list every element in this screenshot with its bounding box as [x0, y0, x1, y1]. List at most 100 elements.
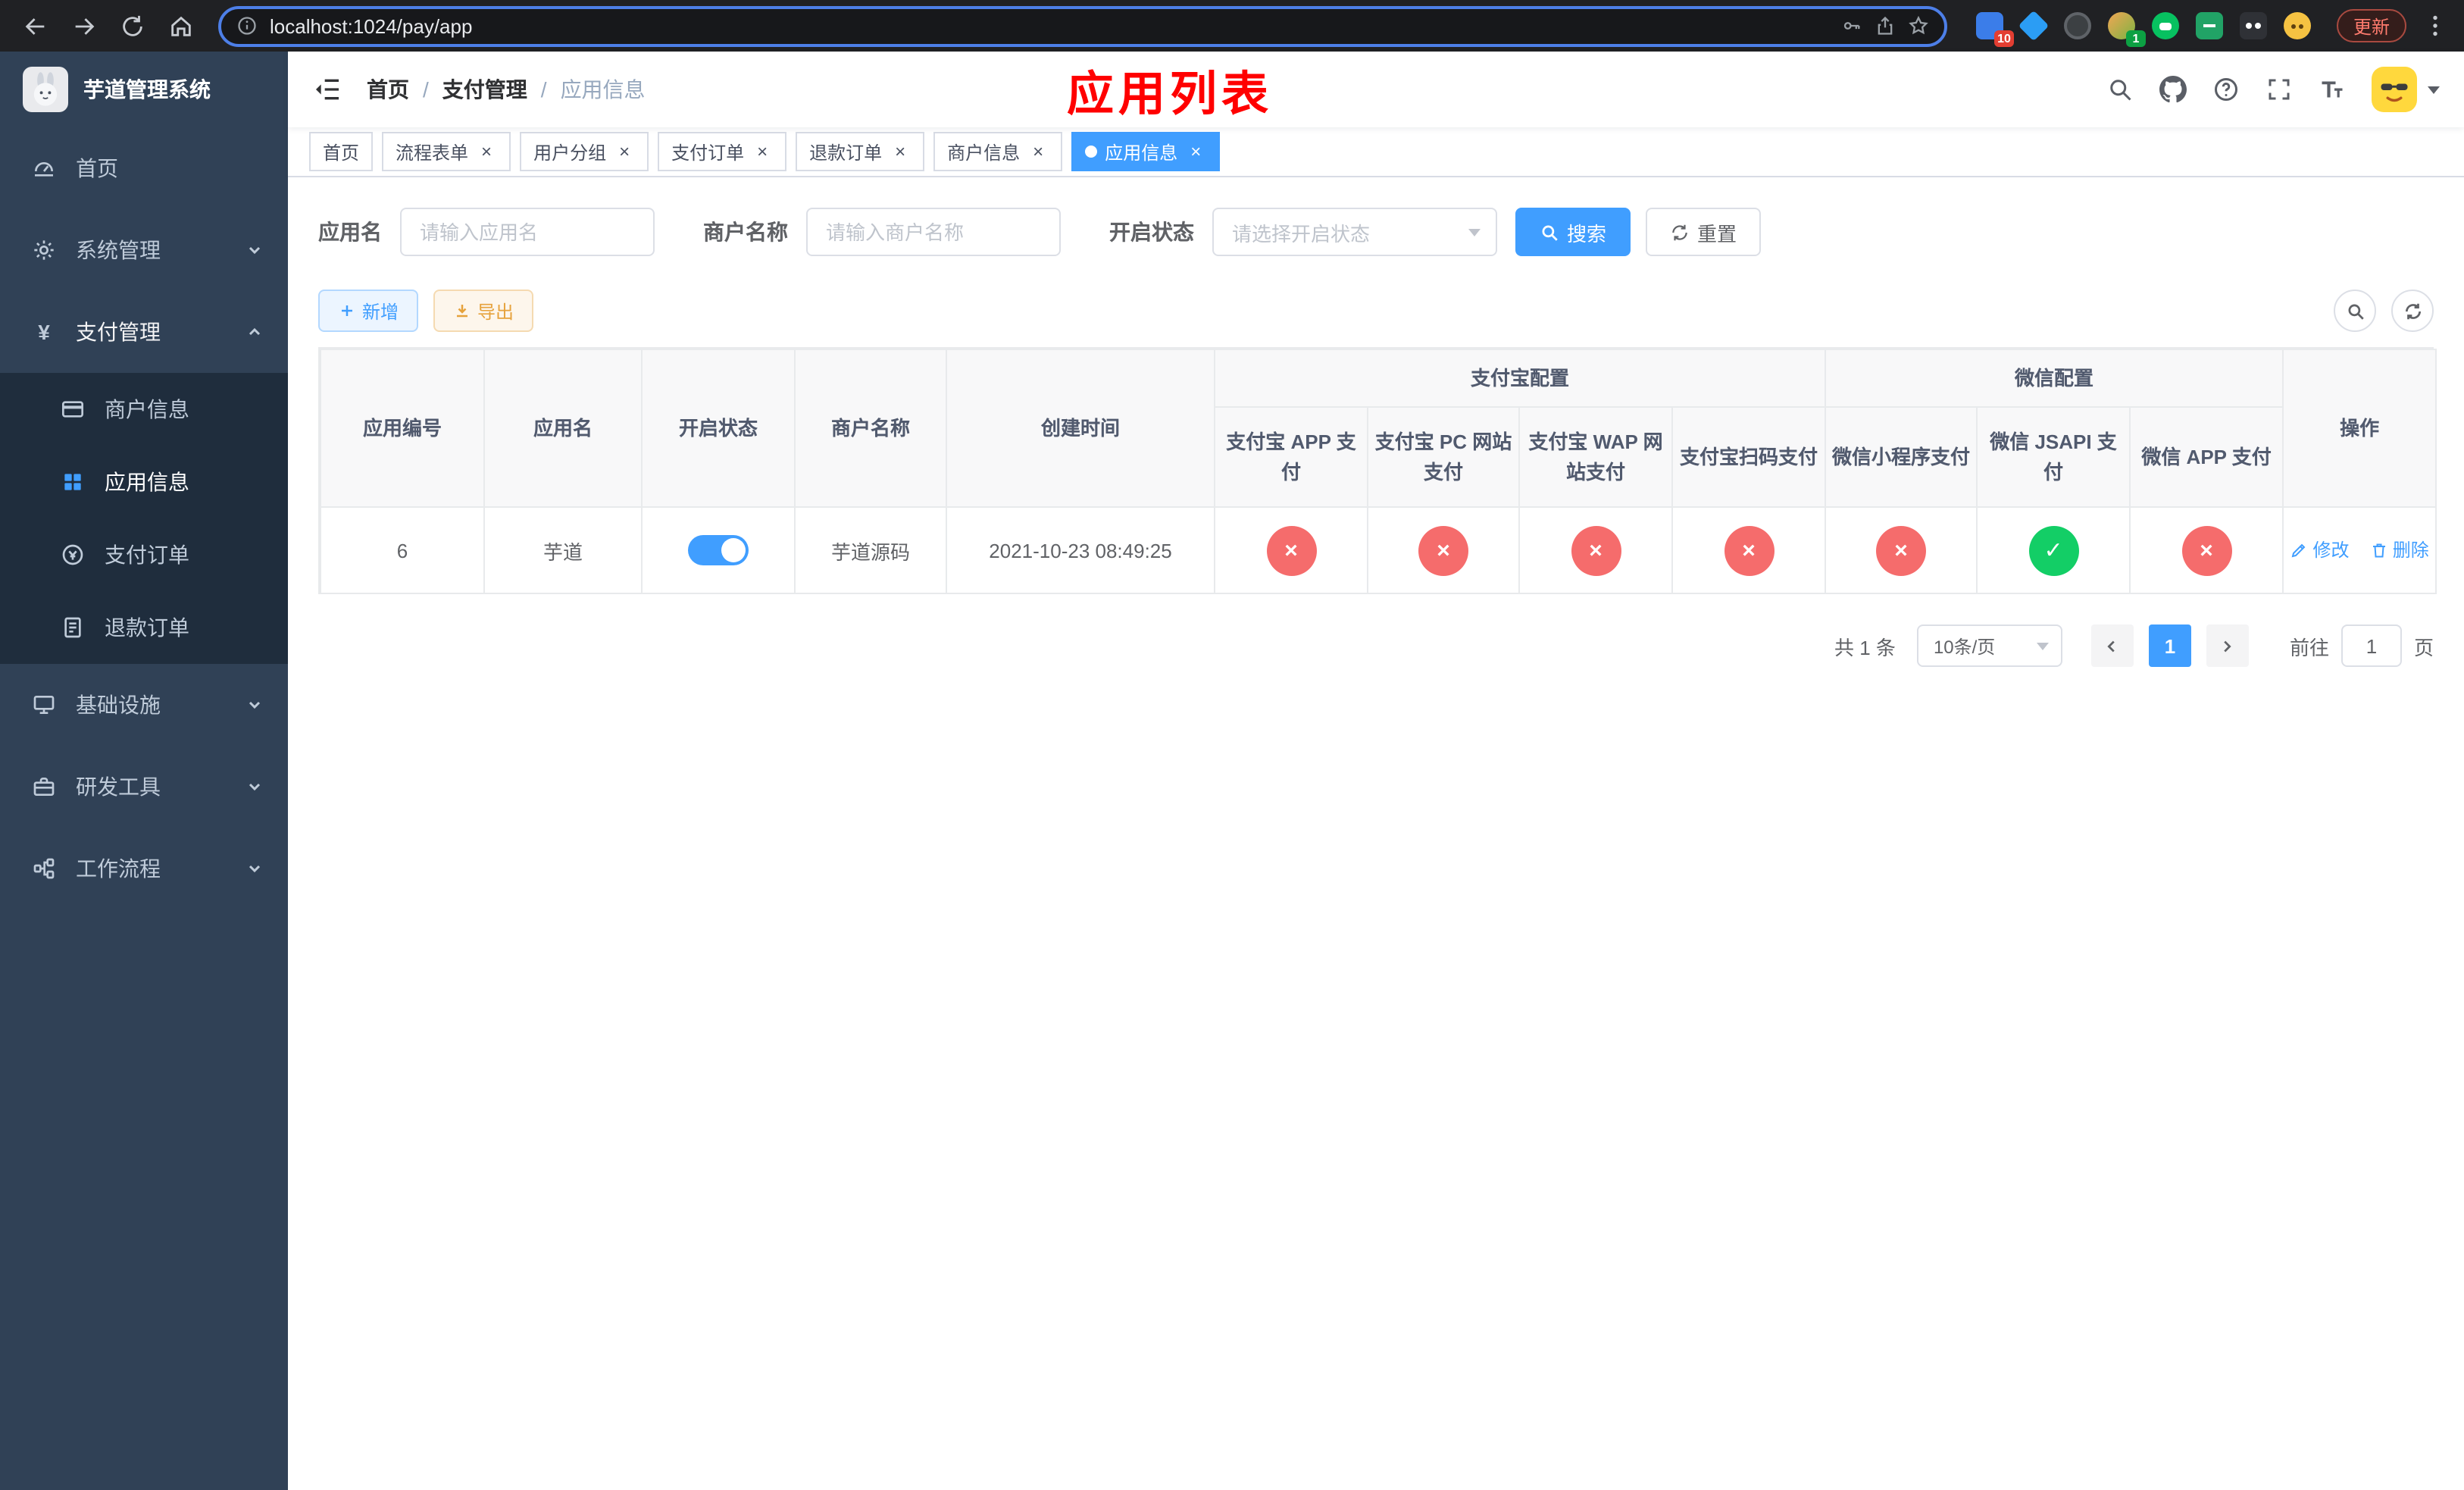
share-icon[interactable] — [1875, 15, 1896, 36]
search-icon — [1542, 224, 1558, 240]
password-key-icon[interactable] — [1841, 15, 1862, 36]
extension-badge: 1 — [2125, 30, 2146, 47]
plus-icon — [342, 305, 352, 316]
toggle-search-button[interactable] — [2334, 290, 2376, 332]
tab-refund-order[interactable]: 退款订单 × — [796, 132, 925, 171]
add-button[interactable]: 新增 — [318, 290, 419, 332]
tab-home[interactable]: 首页 — [309, 132, 374, 171]
tab-close-icon[interactable]: × — [476, 141, 497, 162]
page-number-1[interactable]: 1 — [2148, 624, 2191, 667]
extension-icon-1[interactable]: 10 — [1975, 11, 2014, 47]
tab-close-icon[interactable]: × — [890, 141, 911, 162]
browser-menu-icon[interactable] — [2422, 12, 2449, 39]
chevron-down-icon — [245, 696, 264, 714]
sidebar-item-refund-order[interactable]: 退款订单 — [0, 591, 288, 664]
refund-doc-icon — [59, 614, 86, 641]
tab-process-form[interactable]: 流程表单 × — [382, 132, 511, 171]
sidebar-item-dev-tools[interactable]: 研发工具 — [0, 746, 288, 828]
browser-back-button[interactable] — [15, 6, 55, 45]
app-logo-row[interactable]: 芋道管理系统 — [0, 52, 288, 127]
monitor-icon — [30, 691, 58, 718]
sidebar-item-payment[interactable]: ¥ 支付管理 — [0, 291, 288, 373]
status-select[interactable]: 请选择开启状态 — [1212, 208, 1497, 256]
reset-button[interactable]: 重置 — [1646, 208, 1762, 256]
browser-home-button[interactable] — [161, 6, 200, 45]
extension-icon-8[interactable] — [2282, 11, 2312, 41]
export-button-label: 导出 — [477, 301, 514, 322]
page-annotation: 应用列表 — [1067, 67, 1273, 121]
chevron-down-icon — [245, 778, 264, 796]
extension-icon-4[interactable]: 1 — [2106, 11, 2146, 47]
reset-button-label: 重置 — [1697, 222, 1737, 245]
github-icon[interactable] — [2159, 76, 2187, 103]
cell-app-id: 6 — [320, 506, 485, 594]
goto-page-input[interactable] — [2340, 624, 2402, 667]
extension-icon-6[interactable] — [2194, 11, 2225, 41]
enabled-toggle[interactable] — [688, 535, 749, 565]
extension-icon-7[interactable] — [2238, 11, 2269, 41]
page-size-select[interactable]: 10条/页 — [1916, 624, 2062, 667]
tab-close-icon[interactable]: × — [614, 141, 635, 162]
extension-icon-2[interactable] — [2018, 10, 2050, 42]
header-search-icon[interactable] — [2106, 76, 2134, 103]
col-header-app-name: 应用名 — [483, 349, 643, 508]
breadcrumb-payment[interactable]: 支付管理 — [442, 74, 527, 105]
refresh-table-button[interactable] — [2391, 290, 2434, 332]
table-toolbar: 新增 导出 — [318, 290, 2434, 332]
tab-merchant-info[interactable]: 商户信息 × — [933, 132, 1063, 171]
chevron-down-icon — [2036, 642, 2049, 650]
goto-label: 前往 — [2289, 636, 2329, 659]
add-button-label: 新增 — [362, 301, 399, 322]
col-header-app-id: 应用编号 — [320, 349, 485, 508]
merchant-name-input[interactable] — [806, 208, 1061, 256]
tab-close-icon[interactable]: × — [752, 141, 773, 162]
site-info-icon[interactable] — [236, 15, 258, 36]
app-name-input[interactable] — [400, 208, 655, 256]
export-button[interactable]: 导出 — [433, 290, 534, 332]
order-icon — [59, 541, 86, 568]
user-menu[interactable] — [2372, 67, 2440, 112]
extension-icon-5[interactable] — [2150, 11, 2181, 41]
tab-app-info[interactable]: 应用信息 × — [1071, 132, 1221, 171]
extension-icon-3[interactable] — [2062, 11, 2093, 41]
address-bar[interactable]: localhost:1024/pay/app — [218, 5, 1947, 46]
fullscreen-icon[interactable] — [2265, 76, 2293, 103]
col-header-create-time: 创建时间 — [946, 349, 1215, 508]
sidebar-item-merchant-info[interactable]: 商户信息 — [0, 373, 288, 446]
sidebar-item-infrastructure[interactable]: 基础设施 — [0, 664, 288, 746]
next-page-button[interactable] — [2206, 624, 2249, 667]
caret-down-icon — [2428, 86, 2440, 93]
search-button[interactable]: 搜索 — [1515, 208, 1631, 256]
sidebar-item-label: 工作流程 — [76, 856, 161, 881]
col-header-merchant: 商户名称 — [794, 349, 947, 508]
app-title: 芋道管理系统 — [83, 77, 211, 102]
tab-close-icon[interactable]: × — [1027, 141, 1049, 162]
edit-button[interactable]: 修改 — [2290, 537, 2349, 563]
tab-pay-order[interactable]: 支付订单 × — [658, 132, 787, 171]
prev-page-button[interactable] — [2090, 624, 2134, 667]
cell-status — [641, 506, 796, 594]
gear-icon — [30, 236, 58, 264]
sidebar-item-workflow[interactable]: 工作流程 — [0, 828, 288, 909]
breadcrumb: 首页 / 支付管理 / 应用信息 — [367, 74, 646, 105]
tab-label: 支付订单 — [671, 142, 745, 163]
sidebar-item-app-info[interactable]: 应用信息 — [0, 446, 288, 518]
sidebar-item-home[interactable]: 首页 — [0, 127, 288, 209]
workflow-icon — [30, 855, 58, 882]
sidebar-item-system[interactable]: 系统管理 — [0, 209, 288, 291]
sidebar-item-pay-order[interactable]: 支付订单 — [0, 518, 288, 591]
bookmark-star-icon[interactable] — [1908, 15, 1929, 36]
delete-button[interactable]: 删除 — [2370, 537, 2429, 563]
tab-close-icon[interactable]: × — [1185, 141, 1206, 162]
browser-forward-button[interactable] — [64, 6, 103, 45]
help-icon[interactable] — [2212, 76, 2240, 103]
browser-reload-button[interactable] — [112, 6, 152, 45]
sidebar-item-label: 商户信息 — [105, 397, 189, 421]
breadcrumb-home[interactable]: 首页 — [367, 74, 409, 105]
sidebar-fold-icon[interactable] — [312, 74, 342, 105]
tab-user-group[interactable]: 用户分组 × — [520, 132, 649, 171]
merchant-name-label: 商户名称 — [703, 220, 788, 244]
font-size-icon[interactable] — [2319, 76, 2346, 103]
cell-app-name: 芋道 — [483, 506, 643, 594]
browser-update-button[interactable]: 更新 — [2336, 9, 2406, 42]
